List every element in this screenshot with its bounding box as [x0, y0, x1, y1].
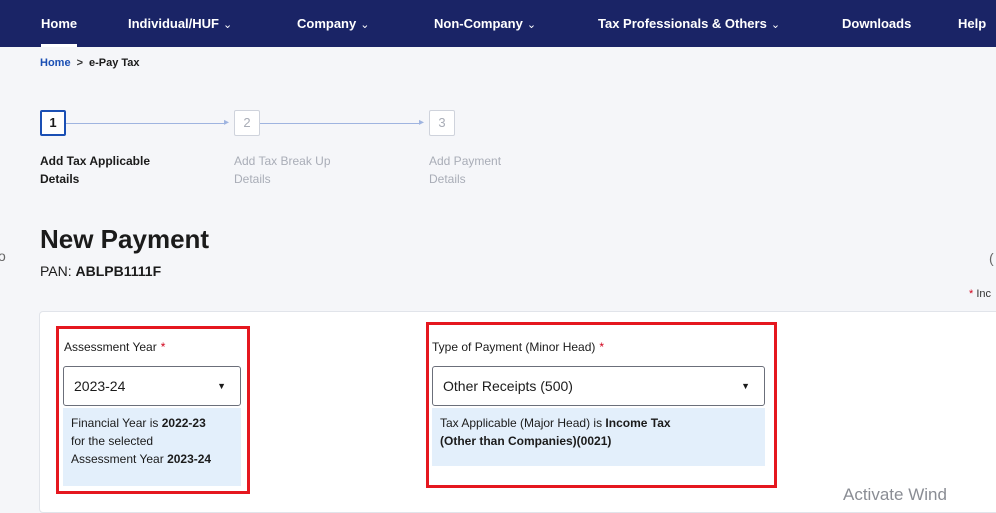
required-marker: * [969, 288, 974, 300]
top-nav: Home Individual/HUF ⌄ Company ⌄ Non-Compan… [0, 0, 996, 47]
breadcrumb: Home > e-Pay Tax [40, 57, 140, 69]
nav-item-label: Individual/HUF [128, 16, 219, 31]
step-label-line: Add Tax Break Up [234, 154, 331, 168]
step-connector [260, 123, 421, 124]
arrow-right-icon: ▸ [224, 117, 230, 128]
step-2-indicator: 2 [234, 110, 260, 136]
nav-item-non-company[interactable]: Non-Company ⌄ [434, 0, 536, 47]
step-connector [66, 123, 226, 124]
nav-item-label: Home [41, 16, 78, 31]
breadcrumb-separator: > [76, 57, 83, 69]
pan-value: ABLPB1111F [75, 263, 162, 279]
nav-item-tax-professionals[interactable]: Tax Professionals & Others ⌄ [598, 0, 780, 47]
nav-item-home[interactable]: Home [41, 0, 78, 47]
breadcrumb-current: e-Pay Tax [89, 57, 140, 69]
step-3-label: Add Payment Details [429, 152, 579, 188]
nav-item-label: Company [297, 16, 357, 31]
step-1-indicator: 1 [40, 110, 66, 136]
highlight-box-assessment-year [56, 326, 250, 494]
step-label-line: Details [234, 172, 271, 186]
nav-item-label: Downloads [842, 16, 912, 31]
page-title: New Payment [40, 224, 210, 254]
breadcrumb-home-link[interactable]: Home [40, 57, 71, 69]
step-2-label: Add Tax Break Up Details [234, 152, 384, 188]
mandatory-note-text: Inc [976, 288, 992, 300]
chevron-down-icon: ⌄ [223, 19, 233, 31]
arrow-right-icon: ▸ [419, 117, 425, 128]
nav-item-downloads[interactable]: Downloads [842, 0, 911, 47]
nav-item-company[interactable]: Company ⌄ [297, 0, 369, 47]
chevron-down-icon: ⌄ [526, 19, 537, 31]
chevron-down-icon: ⌄ [360, 19, 370, 31]
step-label-line: Details [40, 172, 80, 186]
step-label-line: Add Payment [429, 154, 502, 168]
activate-windows-watermark: Activate Wind [843, 485, 947, 504]
highlight-box-payment-type [426, 322, 777, 488]
step-1-label: Add Tax Applicable Details [40, 152, 190, 188]
edge-glyph-right: ( [989, 250, 994, 266]
nav-item-individual-huf[interactable]: Individual/HUF ⌄ [128, 0, 232, 47]
step-label-line: Add Tax Applicable [40, 154, 151, 168]
nav-item-label: Help [958, 16, 987, 31]
pan-display: PAN: ABLPB1111F [40, 263, 161, 279]
mandatory-note: * Inc [969, 288, 991, 300]
chevron-down-icon: ⌄ [770, 19, 781, 31]
nav-item-help[interactable]: Help [958, 0, 986, 47]
step-label-line: Details [429, 172, 466, 186]
nav-item-label: Non-Company [434, 16, 523, 31]
nav-item-label: Tax Professionals & Others [598, 16, 767, 31]
edge-glyph-left: o [0, 248, 6, 264]
step-3-indicator: 3 [429, 110, 455, 136]
pan-label: PAN: [40, 263, 72, 279]
